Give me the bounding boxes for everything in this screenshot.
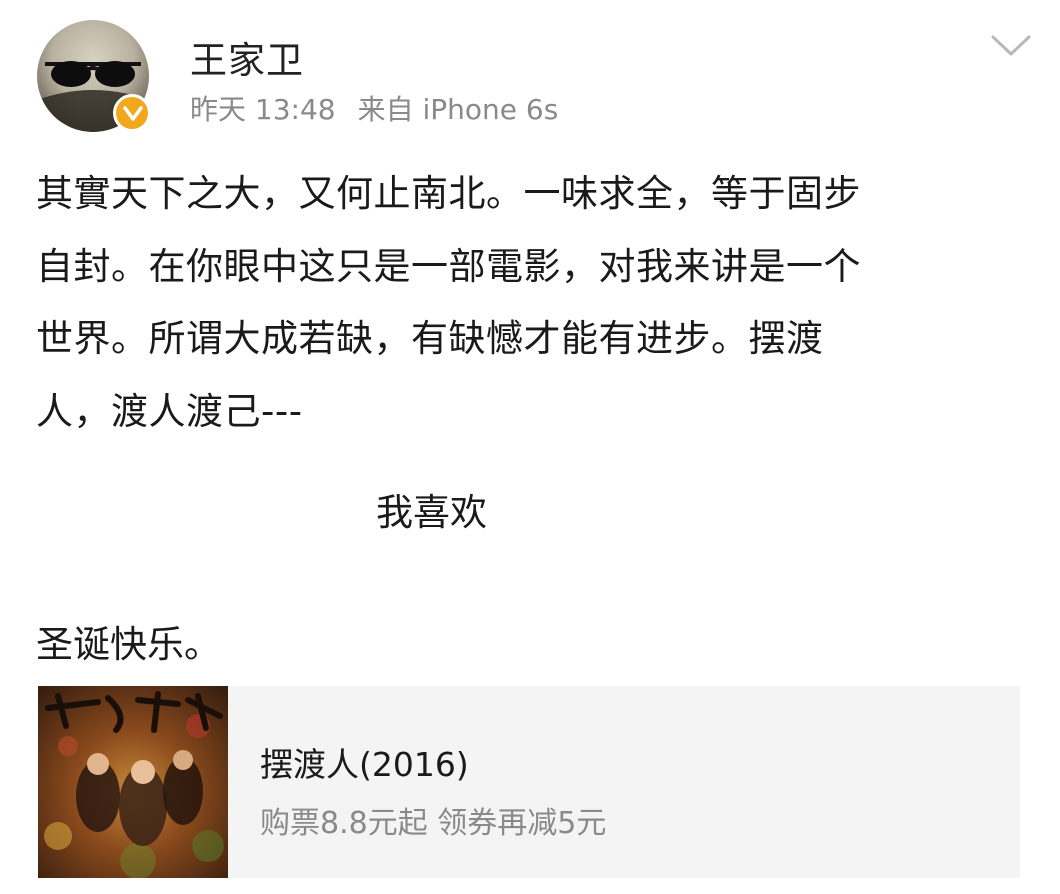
post-text-line: 其實天下之大，又何止南北。一味求全，等于固步 bbox=[36, 172, 861, 215]
post-centered-line: 我喜欢 bbox=[376, 491, 487, 534]
post-text-line: 人，渡人渡己--- bbox=[36, 389, 303, 433]
movie-poster[interactable] bbox=[38, 686, 228, 878]
post-text-line: 世界。所谓大成若缺，有缺憾才能有进步。摆渡 bbox=[36, 317, 824, 360]
post-text-line: 自封。在你眼中这只是一部電影，对我来讲是一个 bbox=[36, 244, 861, 288]
post-timestamp: 昨天 13:48 bbox=[190, 93, 336, 126]
post-closing-line: 圣诞快乐。 bbox=[36, 623, 221, 666]
author-avatar[interactable] bbox=[37, 20, 151, 132]
author-name[interactable]: 王家卫 bbox=[190, 30, 304, 84]
post-meta: 昨天 13:48 来自 iPhone 6s bbox=[190, 88, 558, 128]
post-body: 其實天下之大，又何止南北。一味求全，等于固步 自封。在你眼中这只是一部電影，对我… bbox=[36, 158, 1026, 448]
verified-badge-icon bbox=[113, 94, 151, 132]
post-source[interactable]: 来自 iPhone 6s bbox=[358, 93, 559, 126]
movie-promo: 购票8.8元起 领券再减5元 bbox=[260, 806, 607, 841]
chevron-down-icon[interactable] bbox=[990, 34, 1032, 58]
movie-title[interactable]: 摆渡人(2016) bbox=[260, 738, 469, 786]
weibo-post: 王家卫 昨天 13:48 来自 iPhone 6s 其實天下之大，又何止南北。一味… bbox=[0, 0, 1060, 894]
movie-card[interactable]: 摆渡人(2016) 购票8.8元起 领券再减5元 bbox=[38, 686, 1020, 878]
